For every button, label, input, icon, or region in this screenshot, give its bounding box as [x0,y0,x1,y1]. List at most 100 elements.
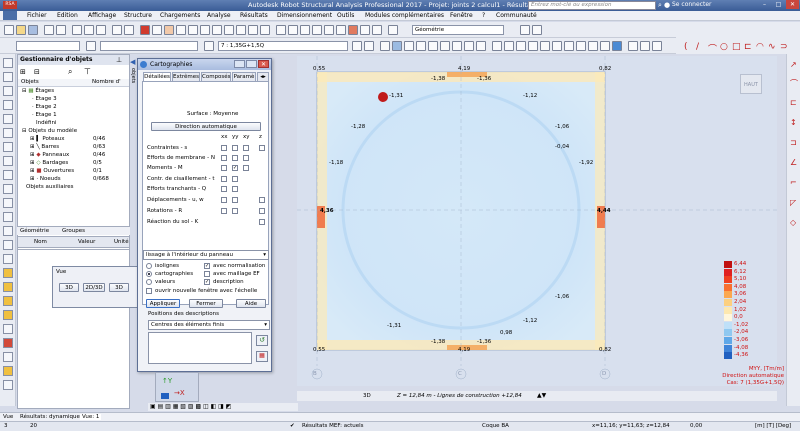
columns-tool-icon[interactable] [3,86,13,96]
minimize-button[interactable]: – [758,0,771,9]
polyline-icon[interactable]: ⌒ [708,42,717,55]
rebar-tool-icon[interactable] [3,268,13,278]
cb-u-y[interactable] [232,197,238,203]
cases-icon[interactable] [204,41,214,51]
menu-chargements[interactable]: Chargements [160,12,200,19]
tree-indefini[interactable]: Indéfini [36,120,56,126]
dialog-close-button[interactable]: ✕ [258,60,269,68]
undo-view-icon[interactable] [492,41,502,51]
chamfer-icon[interactable]: ◸ [790,198,796,207]
loads-icon[interactable] [176,25,186,35]
side-tab-label[interactable]: objets [130,68,136,83]
tab-groupes[interactable]: Groupes [62,228,85,234]
timber-icon[interactable] [372,25,382,35]
cb-s-z[interactable] [259,145,265,151]
refresh-desc-icon[interactable]: ↺ [256,335,268,346]
selection-combo[interactable] [16,41,80,51]
cb-open-window[interactable] [146,288,152,294]
select-all-icon[interactable]: ⊞ [20,68,26,76]
nodes-tool-icon[interactable] [3,58,13,68]
doc-tab-vue[interactable]: Vue [3,414,13,420]
tree-etage1[interactable]: · Etage 1 [32,112,57,118]
zoom-icon[interactable] [392,41,402,51]
spline-icon[interactable]: ∿ [768,42,776,52]
select-icon[interactable] [86,41,96,51]
cb-normalisation[interactable]: ✓ [204,263,210,269]
close-dialog-button[interactable]: Fermer [189,299,223,308]
cb-q-xx[interactable] [221,186,227,192]
redo-icon[interactable] [124,25,134,35]
cb-description[interactable]: ✓ [204,279,210,285]
legend-icon[interactable] [652,41,662,51]
print-icon[interactable] [44,25,54,35]
grid-tool-icon[interactable] [3,324,13,334]
arc-tool-icon[interactable]: ⌒ [790,78,798,89]
search-icon[interactable]: ⌕ [658,1,662,10]
supports-tool-icon[interactable] [3,142,13,152]
find-icon[interactable]: ⌕ [68,67,72,77]
cb-t-yy[interactable] [232,176,238,182]
release-icon[interactable] [248,25,258,35]
foundation-tool-icon[interactable] [3,282,13,292]
dialog-minimize-button[interactable] [234,60,245,68]
close-button[interactable]: ✕ [786,0,799,9]
diagram-icon[interactable] [300,25,310,35]
tree-etage2[interactable]: · Etage 2 [32,104,57,110]
modify-icon[interactable]: ↗ [790,60,797,69]
steel-icon[interactable] [348,25,358,35]
tree-noeuds[interactable]: ⊞ · Noeuds [30,176,61,182]
tree-barres[interactable]: ⊞ ╲ Barres [30,144,59,150]
menu-modules[interactable]: Modules complémentaires [365,12,444,19]
load-case-combo[interactable]: 7 : 1,35G+1,5Q [218,41,348,51]
draw-icon[interactable] [520,25,530,35]
xyz-icon[interactable] [440,41,450,51]
doc-tab-results[interactable]: Résultats: dynamique [20,414,80,420]
menu-structure[interactable]: Structure [124,12,152,19]
filter-obj-icon[interactable]: ⊤ [84,67,91,76]
tab-geometrie[interactable]: Géométrie [20,228,49,234]
radio-valeurs[interactable] [146,279,152,285]
cb-r-z[interactable] [259,208,265,214]
beams-tool-icon[interactable] [3,100,13,110]
cut-icon[interactable] [72,25,82,35]
menu-outils[interactable]: Outils [337,12,354,19]
cb-n-xx[interactable] [221,155,227,161]
preview-icon[interactable] [56,25,66,35]
maps-icon[interactable] [288,25,298,35]
smoothing-combo[interactable]: lissage à l'intérieur du panneau ▾ [143,250,269,260]
walls-tool-icon[interactable] [3,310,13,320]
sections-tool-icon[interactable] [3,114,13,124]
calc-icon[interactable] [140,25,150,35]
view-tool-icons[interactable]: ▣ ▤ ▥ ▦ ▧ ▨ ▩ ◫ ◧ ◨ ◩ [150,403,231,410]
paste-icon[interactable] [96,25,106,35]
materials-icon[interactable] [212,25,222,35]
zoom-out-icon[interactable] [552,41,562,51]
cb-m-xx[interactable] [221,165,227,171]
zoom-in-icon[interactable] [540,41,550,51]
cb-r-x[interactable] [221,208,227,214]
deformation-icon[interactable] [312,25,322,35]
cb-r-y[interactable] [232,208,238,214]
dialog-maximize-button[interactable] [246,60,257,68]
cb-t-xx[interactable] [221,176,227,182]
tree-ouvertures[interactable]: ⊞ ■ Ouvertures [30,168,74,174]
layout-icon[interactable] [388,25,398,35]
mesh-icon[interactable] [236,25,246,35]
view-tool-icon[interactable] [3,352,13,362]
nodes-combo[interactable] [100,41,198,51]
table-icon[interactable] [188,25,198,35]
direction-button[interactable]: Direction automatique [151,122,261,131]
doc-tab-vue1[interactable]: Vue: 1 [80,414,102,420]
extend-icon[interactable]: ⊐ [790,138,797,147]
tab-extremes[interactable]: Extrêmes [172,72,200,81]
pin-icon[interactable]: ⊥ [116,56,122,64]
design-tool-icon[interactable] [3,366,13,376]
viewcube[interactable]: HAUT [740,74,762,94]
polygon-icon[interactable]: ⊏ [744,42,752,52]
save-icon[interactable] [28,25,38,35]
maximize-button[interactable]: □ [772,0,785,9]
tab-composes[interactable]: Composés [201,72,231,81]
level-arrows-icon[interactable]: ▲▼ [537,392,546,399]
openings-tool-icon[interactable] [3,198,13,208]
display-icon[interactable] [152,25,162,35]
